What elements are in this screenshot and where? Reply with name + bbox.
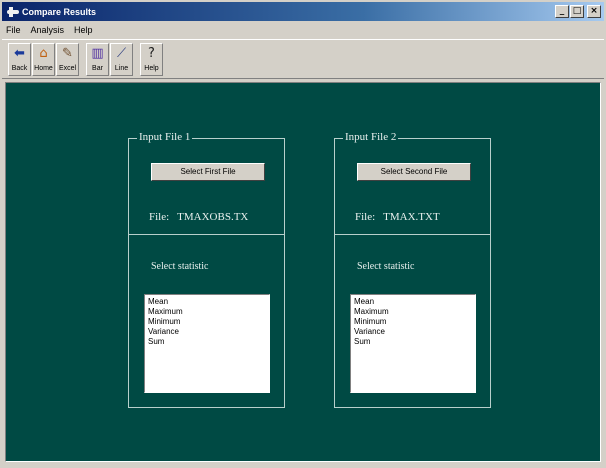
list-item[interactable]: Variance (148, 327, 266, 337)
statistic-1-label: Select statistic (151, 261, 209, 272)
menu-analysis[interactable]: Analysis (31, 25, 65, 35)
select-second-file-button[interactable]: Select Second File (357, 163, 471, 181)
menu-help[interactable]: Help (74, 25, 93, 35)
help-icon: ? (148, 46, 155, 61)
list-item[interactable]: Minimum (148, 317, 266, 327)
list-item[interactable]: Variance (354, 327, 472, 337)
list-item[interactable]: Mean (148, 297, 266, 307)
home-button[interactable]: ⌂ Home (32, 43, 55, 76)
list-item[interactable]: Sum (354, 337, 472, 347)
list-item[interactable]: Mean (354, 297, 472, 307)
excel-label: Excel (58, 65, 77, 72)
help-button[interactable]: ? Help (140, 43, 163, 76)
input-file-1-title: Input File 1 (137, 131, 193, 143)
home-label: Home (34, 65, 53, 72)
file-2-prefix: File: (355, 211, 376, 223)
close-button[interactable]: × (587, 5, 601, 18)
app-icon (7, 6, 19, 17)
line-label: Line (114, 65, 129, 72)
menu-file[interactable]: File (6, 25, 21, 35)
menu-bar: File Analysis Help (2, 22, 604, 38)
title-bar[interactable]: Compare Results _ □ × (2, 2, 604, 21)
client-area: Input File 1 Select First File File: TMAX… (5, 82, 601, 462)
back-arrow-icon: ⬅ (14, 46, 25, 61)
bar-chart-icon: ▥ (91, 46, 104, 61)
statistic-2-label: Select statistic (357, 261, 415, 272)
file-1-label: File: TMAXOBS.TX (149, 211, 248, 223)
back-button[interactable]: ⬅ Back (8, 43, 31, 76)
file-1-name: TMAXOBS.TX (177, 211, 249, 223)
excel-icon: ✎ (62, 46, 73, 61)
file-1-prefix: File: (149, 211, 170, 223)
home-icon: ⌂ (39, 46, 48, 61)
file-2-label: File: TMAX.TXT (355, 211, 440, 223)
maximize-button[interactable]: □ (570, 5, 584, 18)
line-chart-icon: ⟋ (116, 46, 127, 61)
group-2-divider (335, 234, 490, 235)
group-1-divider (129, 234, 284, 235)
bar-button[interactable]: ▥ Bar (86, 43, 109, 76)
list-item[interactable]: Minimum (354, 317, 472, 327)
minimize-button[interactable]: _ (555, 5, 569, 18)
excel-button[interactable]: ✎ Excel (56, 43, 79, 76)
statistic-2-listbox[interactable]: Mean Maximum Minimum Variance Sum (350, 294, 476, 393)
select-first-file-button[interactable]: Select First File (151, 163, 265, 181)
help-label: Help (144, 65, 159, 72)
input-file-2-title: Input File 2 (343, 131, 399, 143)
list-item[interactable]: Maximum (148, 307, 266, 317)
input-file-2-group: Input File 2 Select Second File File: TMA… (334, 131, 491, 408)
line-button[interactable]: ⟋ Line (110, 43, 133, 76)
list-item[interactable]: Sum (148, 337, 266, 347)
bar-label: Bar (92, 65, 103, 72)
file-2-name: TMAX.TXT (383, 211, 440, 223)
window-controls: _ □ × (554, 5, 601, 18)
list-item[interactable]: Maximum (354, 307, 472, 317)
input-file-1-group: Input File 1 Select First File File: TMAX… (128, 131, 285, 408)
compare-results-window: Compare Results _ □ × File Analysis Help… (0, 0, 606, 468)
statistic-1-listbox[interactable]: Mean Maximum Minimum Variance Sum (144, 294, 270, 393)
back-label: Back (11, 65, 28, 72)
window-title: Compare Results (22, 6, 97, 17)
toolbar: ⬅ Back ⌂ Home ✎ Excel ▥ Bar ⟋ Line ? Hel… (2, 39, 604, 79)
